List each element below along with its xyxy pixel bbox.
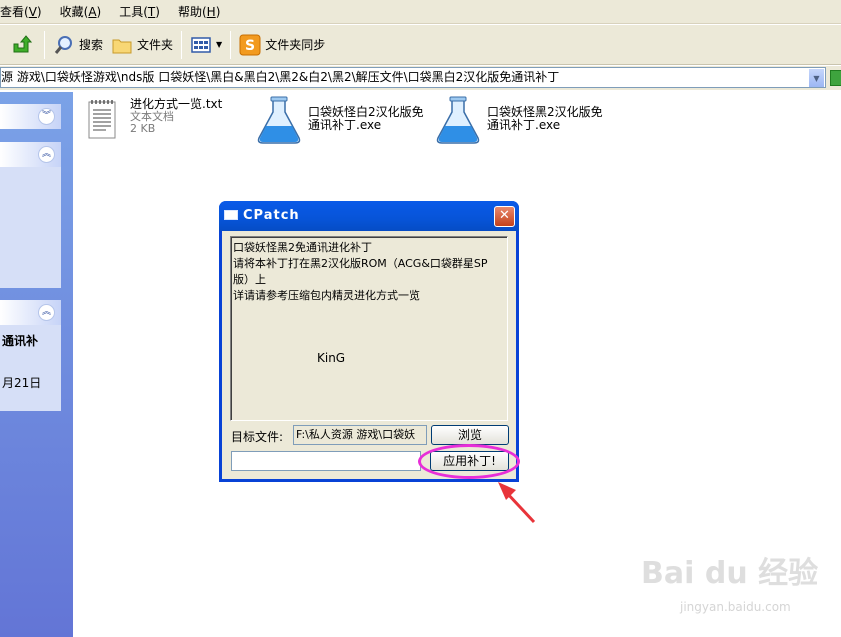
folder-sync-label: 文件夹同步 bbox=[265, 38, 326, 52]
folder-sync-button[interactable]: S 文件夹同步 bbox=[235, 30, 329, 60]
dialog-titlebar[interactable]: CPatch ✕ bbox=[219, 201, 519, 231]
menu-help-label: 帮助 bbox=[177, 5, 202, 19]
file-item-exe-black2[interactable]: 口袋妖怪黑2汉化版免 通讯补丁.exe bbox=[435, 96, 603, 144]
menu-help-key: H bbox=[206, 5, 216, 19]
details-panel: ︽ 通讯补 月21日 bbox=[0, 300, 61, 411]
menu-view[interactable]: 查看(V) bbox=[0, 3, 42, 20]
message-line: 版）上 bbox=[233, 273, 266, 286]
views-button[interactable]: ▼ bbox=[186, 30, 226, 60]
annotation-arrow-icon bbox=[498, 482, 536, 524]
menu-view-label: 查看 bbox=[0, 5, 25, 19]
message-box: 口袋妖怪黑2免通讯进化补丁 请将本补丁打在黑2汉化版ROM（ACG&口袋群星SP… bbox=[230, 236, 508, 421]
toolbar-separator bbox=[181, 30, 183, 59]
menu-favorites-key: A bbox=[88, 5, 97, 19]
chevron-down-icon: ▼ bbox=[813, 74, 820, 83]
address-value: 源 游戏\口袋妖怪游戏\nds版 口袋妖怪\黑白&黑白2\黑2&白2\黑2\解压… bbox=[1, 70, 560, 84]
task-panel-1: ︾ bbox=[0, 104, 61, 129]
target-file-input[interactable]: F:\私人资源 游戏\口袋妖 bbox=[293, 425, 427, 445]
author-label: KinG bbox=[317, 351, 346, 365]
window-icon bbox=[224, 210, 238, 220]
cpatch-dialog: CPatch ✕ 口袋妖怪黑2免通讯进化补丁 请将本补丁打在黑2汉化版ROM（A… bbox=[219, 201, 519, 482]
folders-label: 文件夹 bbox=[137, 38, 174, 52]
details-date: 月21日 bbox=[2, 376, 42, 390]
file-item-exe-white2[interactable]: 口袋妖怪白2汉化版免 通讯补丁.exe bbox=[256, 96, 424, 144]
message-line: 请将本补丁打在黑2汉化版ROM（ACG&口袋群星SP bbox=[233, 257, 488, 270]
sync-app-icon: S bbox=[239, 34, 261, 55]
details-title: 通讯补 bbox=[2, 334, 39, 348]
address-dropdown-button[interactable]: ▼ bbox=[808, 69, 824, 87]
file-size: 2 KB bbox=[130, 122, 156, 135]
browse-button[interactable]: 浏览 bbox=[431, 425, 509, 445]
search-label: 搜索 bbox=[79, 38, 104, 52]
flask-icon bbox=[436, 96, 480, 144]
file-name: 口袋妖怪黑2汉化版免 通讯补丁.exe bbox=[487, 105, 603, 132]
folder-icon bbox=[112, 39, 132, 53]
address-input[interactable]: 源 游戏\口袋妖怪游戏\nds版 口袋妖怪\黑白&黑白2\黑2&白2\黑2\解压… bbox=[0, 67, 826, 88]
dialog-title: CPatch bbox=[243, 208, 300, 223]
svg-text:S: S bbox=[245, 38, 255, 54]
search-button[interactable]: 搜索 bbox=[49, 30, 107, 60]
collapse-chevron-icon[interactable]: ︾ bbox=[38, 108, 55, 125]
views-dropdown-icon: ▼ bbox=[216, 40, 223, 49]
flask-icon bbox=[257, 96, 301, 144]
file-name: 口袋妖怪白2汉化版免 通讯补丁.exe bbox=[308, 105, 424, 132]
close-button[interactable]: ✕ bbox=[494, 206, 515, 227]
menu-bar: 查看(V) 收藏(A) 工具(T) 帮助(H) bbox=[0, 0, 841, 24]
go-button[interactable] bbox=[830, 70, 841, 86]
folders-button[interactable]: 文件夹 bbox=[107, 30, 177, 60]
baidu-watermark: Bai du 经验 bbox=[641, 556, 819, 591]
menu-view-key: V bbox=[28, 5, 37, 19]
search-icon bbox=[54, 35, 72, 54]
menu-tools-label: 工具 bbox=[119, 5, 144, 19]
menu-help[interactable]: 帮助(H) bbox=[178, 3, 220, 20]
close-icon: ✕ bbox=[499, 208, 510, 223]
toolbar-separator bbox=[44, 30, 45, 59]
menu-favorites[interactable]: 收藏(A) bbox=[60, 3, 102, 20]
progress-bar bbox=[231, 451, 421, 471]
menu-favorites-label: 收藏 bbox=[59, 5, 84, 19]
message-line: 口袋妖怪黑2免通讯进化补丁 bbox=[233, 241, 372, 254]
up-folder-button[interactable] bbox=[0, 30, 40, 60]
task-pane: ︾ ︽ ︽ 通讯补 月21日 bbox=[0, 92, 73, 637]
toolbar-separator bbox=[230, 30, 232, 59]
toolbar: 搜索 文件夹 ▼ S 文件夹同步 bbox=[0, 25, 841, 65]
task-panel-2: ︽ bbox=[0, 142, 61, 288]
message-line: 详请请参考压缩包内精灵进化方式一览 bbox=[233, 289, 420, 302]
watermark-url: jingyan.baidu.com bbox=[680, 600, 791, 614]
menu-tools-key: T bbox=[147, 5, 156, 19]
expand-chevron-icon[interactable]: ︽ bbox=[38, 304, 55, 321]
expand-chevron-icon[interactable]: ︽ bbox=[38, 146, 55, 163]
views-icon bbox=[191, 36, 211, 53]
text-document-icon bbox=[88, 100, 116, 139]
target-file-label: 目标文件: bbox=[231, 430, 284, 444]
address-bar: 源 游戏\口袋妖怪游戏\nds版 口袋妖怪\黑白&黑白2\黑2&白2\黑2\解压… bbox=[0, 66, 841, 90]
up-arrow-icon bbox=[13, 34, 32, 52]
file-item-txt[interactable]: 进化方式一览.txt 文本文档 2 KB bbox=[86, 98, 222, 142]
menu-tools[interactable]: 工具(T) bbox=[119, 3, 160, 20]
